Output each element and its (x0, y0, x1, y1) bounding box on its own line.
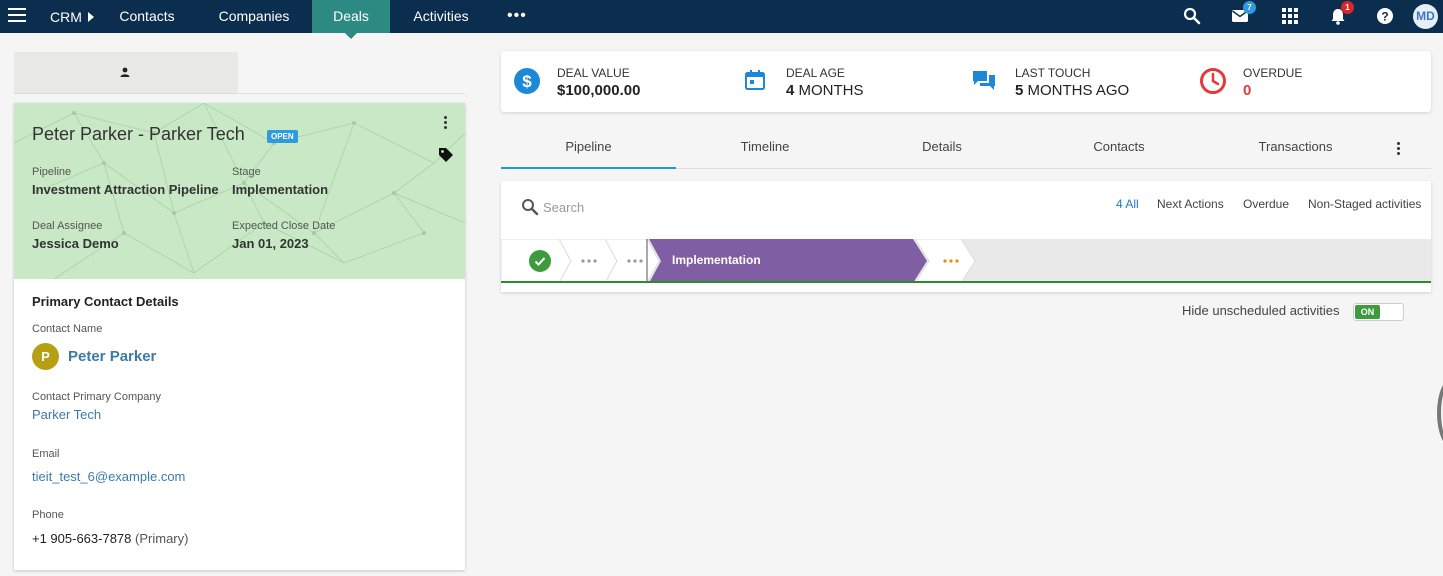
clock-icon (1200, 68, 1226, 94)
toggle-on-label: ON (1355, 305, 1380, 319)
contact-name-link[interactable]: Peter Parker (68, 348, 156, 365)
pipeline-label: Pipeline (32, 166, 72, 178)
last-touch-label: LAST TOUCH (1015, 66, 1091, 80)
nav-contacts[interactable]: Contacts (104, 0, 190, 33)
mail-badge: 7 (1243, 1, 1256, 14)
stage-complete-check-icon[interactable] (529, 250, 551, 272)
email-link[interactable]: tieit_test_6@example.com (32, 469, 185, 484)
nav-companies[interactable]: Companies (205, 0, 303, 33)
deal-more-options-icon[interactable] (444, 116, 448, 131)
nav-more-icon[interactable]: ••• (507, 7, 527, 25)
svg-text:?: ? (1381, 10, 1388, 24)
contact-company-label: Contact Primary Company (32, 391, 161, 403)
status-badge: OPEN (267, 130, 298, 143)
tab-timeline[interactable]: Timeline (677, 125, 853, 169)
calendar-icon (745, 70, 765, 90)
contact-company-link[interactable]: Parker Tech (32, 407, 101, 422)
close-date-value: Jan 01, 2023 (232, 236, 309, 251)
deal-value-label: DEAL VALUE (557, 66, 630, 80)
help-icon[interactable]: ? (1375, 6, 1395, 26)
stage-label: Stage (232, 166, 261, 178)
top-navigation-bar: CRM Contacts Companies Deals Activities … (0, 0, 1443, 39)
last-touch-unit: MONTHS AGO (1027, 82, 1130, 99)
apps-grid-icon[interactable] (1280, 6, 1300, 26)
svg-text:$: $ (522, 72, 532, 91)
search-icon (522, 199, 539, 216)
phone-type: (Primary) (135, 531, 189, 546)
brand-label: CRM (50, 9, 82, 25)
deal-age-unit: MONTHS (798, 82, 864, 99)
stage-next-dots-icon[interactable] (943, 259, 959, 263)
assignee-label: Deal Assignee (32, 220, 103, 232)
email-label: Email (32, 448, 60, 460)
deal-header: Peter Parker - Parker Tech OPEN Pipeline… (14, 103, 465, 279)
caret-right-icon (87, 12, 94, 22)
tab-transactions[interactable]: Transactions (1208, 125, 1383, 169)
phone-line: +1 905-663-7878 (Primary) (32, 531, 188, 546)
last-touch-value: 5 MONTHS AGO (1015, 82, 1129, 99)
deal-stats-card: $ DEAL VALUE $100,000.00 DEAL AGE 4 MONT… (501, 51, 1431, 112)
notification-badge: 1 (1341, 1, 1354, 14)
tab-details[interactable]: Details (854, 125, 1030, 169)
phone-number[interactable]: +1 905-663-7878 (32, 531, 131, 546)
hamburger-menu-icon[interactable] (8, 8, 26, 24)
notifications-button[interactable]: 1 (1328, 1, 1354, 26)
deal-age-number: 4 (786, 82, 795, 99)
primary-contact-title: Primary Contact Details (32, 294, 179, 309)
pipeline-value: Investment Attraction Pipeline (32, 182, 219, 197)
filter-non-staged[interactable]: Non-Staged activities (1308, 197, 1421, 211)
hide-unscheduled-toggle[interactable]: ON (1353, 303, 1404, 321)
stage-value: Implementation (232, 182, 329, 197)
activity-search-input[interactable] (543, 195, 843, 219)
stage-progress-bar: Implementation (501, 239, 1431, 283)
nav-activities[interactable]: Activities (402, 0, 480, 33)
tab-pipeline[interactable]: Pipeline (501, 125, 676, 169)
tag-icon[interactable] (438, 147, 454, 163)
overdue-label: OVERDUE (1243, 66, 1303, 80)
contact-avatar: P (32, 343, 59, 370)
tabs-more-options-icon[interactable] (1397, 142, 1401, 157)
stage-pending-dots-icon[interactable] (581, 259, 597, 263)
last-touch-number: 5 (1015, 82, 1024, 99)
deal-tabs: Pipeline Timeline Details Contacts Trans… (501, 125, 1431, 169)
stage-pending-dots-icon[interactable] (627, 259, 643, 263)
tab-contacts[interactable]: Contacts (1031, 125, 1207, 169)
activity-panel: 4 All Next Actions Overdue Non-Staged ac… (501, 181, 1431, 292)
edge-scroll-indicator (1437, 378, 1443, 448)
chat-icon (973, 71, 995, 90)
tab-divider (14, 93, 465, 94)
hide-unscheduled-label: Hide unscheduled activities (1182, 303, 1340, 318)
search-icon[interactable] (1182, 6, 1202, 26)
person-icon (120, 67, 130, 77)
assignee-value: Jessica Demo (32, 236, 119, 251)
phone-label: Phone (32, 509, 64, 521)
crm-brand[interactable]: CRM (50, 9, 94, 25)
dollar-icon: $ (514, 68, 540, 94)
deal-owner-tab[interactable] (14, 52, 238, 93)
filter-overdue[interactable]: Overdue (1243, 197, 1289, 211)
contact-name-label: Contact Name (32, 323, 103, 335)
deal-age-label: DEAL AGE (786, 66, 845, 80)
close-date-label: Expected Close Date (232, 220, 336, 232)
deal-title: Peter Parker - Parker Tech (32, 124, 245, 144)
deal-value: $100,000.00 (557, 82, 641, 99)
nav-deals[interactable]: Deals (312, 0, 390, 39)
filter-all[interactable]: 4 All (1116, 197, 1139, 211)
filter-next-actions[interactable]: Next Actions (1157, 197, 1224, 211)
deal-age-value: 4 MONTHS (786, 82, 864, 99)
user-avatar[interactable]: MD (1413, 4, 1438, 29)
overdue-value: 0 (1243, 82, 1252, 99)
mail-button[interactable]: 7 (1230, 1, 1256, 26)
current-stage-label[interactable]: Implementation (672, 253, 761, 267)
deal-card: Peter Parker - Parker Tech OPEN Pipeline… (14, 103, 465, 570)
